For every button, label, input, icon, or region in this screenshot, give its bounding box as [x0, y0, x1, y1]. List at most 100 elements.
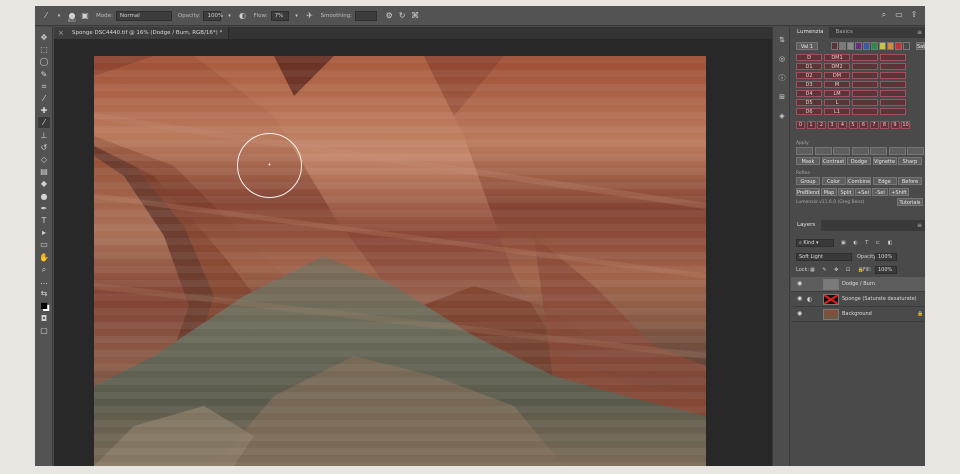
flow-field[interactable]: 7%	[270, 10, 289, 21]
tonal-button[interactable]: M	[824, 81, 850, 88]
sat-button[interactable]: Sat	[916, 42, 925, 50]
zone-button[interactable]: 4	[838, 121, 847, 129]
tonal-button[interactable]: D5	[796, 99, 822, 106]
crop-icon[interactable]: ⌗	[38, 81, 50, 92]
mode-select[interactable]: Normal	[115, 10, 172, 21]
blend-mode-select[interactable]: Soft Light	[796, 253, 852, 261]
tonal-button[interactable]	[880, 81, 906, 88]
fill-field[interactable]: 100%	[875, 266, 897, 274]
apply-icon-button[interactable]	[851, 147, 869, 155]
document-tab[interactable]: × Sponge DSC4440.tif @ 16% (Dodge / Burn…	[54, 27, 230, 39]
marquee-icon[interactable]: ⬚	[38, 44, 50, 55]
apply-button[interactable]: Mask	[796, 157, 820, 165]
zoom-icon[interactable]: ⌕	[38, 264, 50, 275]
apply-icon-button[interactable]	[870, 147, 887, 155]
refine-button[interactable]: Before	[898, 177, 922, 185]
zone-button[interactable]: 5	[848, 121, 858, 129]
color-swatch[interactable]	[887, 42, 894, 50]
tonal-button[interactable]: D2	[796, 72, 822, 79]
eraser-icon[interactable]: ◇	[38, 154, 50, 165]
zone-button[interactable]: 10	[901, 121, 910, 129]
share-icon[interactable]: ⇪	[909, 10, 919, 20]
color-swatch[interactable]	[871, 42, 878, 50]
chevron-down-icon[interactable]: ▾	[292, 11, 302, 21]
refine-button[interactable]: +Sel	[855, 188, 871, 196]
refine-button[interactable]: Split	[838, 188, 854, 196]
zone-button[interactable]: 2	[817, 121, 826, 129]
more-icon[interactable]: ⇆	[38, 288, 50, 299]
kind-filter[interactable]: ⌕ Kind ▾	[796, 239, 834, 247]
tonal-button[interactable]	[852, 63, 878, 70]
rectangle-icon[interactable]: ▭	[38, 239, 50, 250]
zone-button[interactable]: 9	[890, 121, 900, 129]
apply-button[interactable]: Contrast	[821, 157, 846, 165]
tonal-button[interactable]: D1	[796, 63, 822, 70]
dodge-icon[interactable]: ●	[38, 191, 50, 202]
pressure-opacity-icon[interactable]: ◐	[237, 11, 247, 21]
zone-button[interactable]: 0	[796, 121, 805, 129]
tutorials-button[interactable]: Tutorials	[897, 198, 923, 206]
tab-lumenzia[interactable]: Lumenzia	[791, 27, 830, 38]
canvas-image[interactable]: +	[94, 56, 706, 466]
apply-icon-button[interactable]	[833, 147, 850, 155]
zone-button[interactable]: 7	[869, 121, 879, 129]
layer-row[interactable]: ◉ Background 🔒	[791, 307, 925, 322]
tonal-button[interactable]: L1	[824, 108, 850, 115]
zone-button[interactable]: 6	[859, 121, 868, 129]
tonal-button[interactable]: LM	[824, 90, 850, 97]
tonal-button[interactable]	[880, 54, 906, 61]
edit-toolbar-icon[interactable]: …	[38, 276, 50, 287]
brush-tool-icon[interactable]: ⁄	[41, 11, 51, 21]
refine-button[interactable]: +Shift	[889, 188, 909, 196]
apply-button[interactable]: Sharp	[898, 157, 922, 165]
info-icon[interactable]: ⓘ	[776, 73, 788, 84]
refine-button[interactable]: PreBlend	[796, 188, 820, 196]
tonal-button[interactable]	[852, 90, 878, 97]
refine-button[interactable]: Edge	[872, 177, 897, 185]
brush-icon[interactable]: ⁄	[38, 117, 50, 129]
zone-button[interactable]: 1	[806, 121, 816, 129]
refine-button[interactable]: Color	[821, 177, 846, 185]
color-swatch[interactable]	[895, 42, 902, 50]
tonal-button[interactable]: DM2	[824, 63, 850, 70]
path-select-icon[interactable]: ▸	[38, 227, 50, 238]
quick-mask-icon[interactable]: ◘	[38, 313, 50, 324]
quick-select-icon[interactable]: ✎	[38, 69, 50, 80]
preview-select[interactable]: Val 1	[796, 42, 818, 50]
layer-row[interactable]: ◉ ◐ Sponge (Saturate desaturate)	[791, 292, 925, 307]
tonal-button[interactable]	[880, 63, 906, 70]
colors-icon[interactable]: ■	[38, 300, 50, 311]
opacity-field[interactable]: 100%	[203, 10, 223, 21]
tab-basics[interactable]: Basics	[829, 27, 858, 38]
panel-menu-icon[interactable]: ≡	[917, 27, 922, 38]
tonal-button[interactable]: DM1	[824, 54, 850, 61]
gear-icon[interactable]: ⚙	[384, 11, 394, 21]
tonal-button[interactable]: DM	[824, 72, 850, 79]
apply-button[interactable]: Vignette	[872, 157, 897, 165]
hand-icon[interactable]: ✋	[38, 252, 50, 263]
healing-icon[interactable]: ✚	[38, 105, 50, 116]
eye-icon[interactable]: ◉	[797, 311, 803, 317]
zone-button[interactable]: 3	[827, 121, 837, 129]
apply-icon-button[interactable]	[907, 147, 924, 155]
color-swatch[interactable]	[839, 42, 846, 50]
tonal-button[interactable]: D6	[796, 108, 822, 115]
opacity-field[interactable]: 100%	[875, 253, 897, 261]
zone-button[interactable]: 8	[880, 121, 889, 129]
refine-button[interactable]: Combine	[847, 177, 871, 185]
tonal-button[interactable]	[880, 108, 906, 115]
type-icon[interactable]: T	[38, 215, 50, 226]
symmetry-icon[interactable]: ⌘	[410, 11, 420, 21]
clone-stamp-icon[interactable]: ⊥	[38, 130, 50, 141]
smoothing-field[interactable]	[355, 10, 378, 21]
color-swatch[interactable]	[831, 42, 838, 50]
color-swatch[interactable]	[863, 42, 870, 50]
layer-row[interactable]: ◉ Dodge / Burn	[791, 277, 925, 292]
tonal-button[interactable]	[880, 72, 906, 79]
tonal-button[interactable]	[852, 72, 878, 79]
blur-icon[interactable]: ◆	[38, 178, 50, 189]
tonal-button[interactable]	[852, 99, 878, 106]
refine-button[interactable]: Group	[796, 177, 820, 185]
history-icon[interactable]: ⊞	[776, 92, 788, 103]
eye-icon[interactable]: ◉	[797, 281, 803, 287]
